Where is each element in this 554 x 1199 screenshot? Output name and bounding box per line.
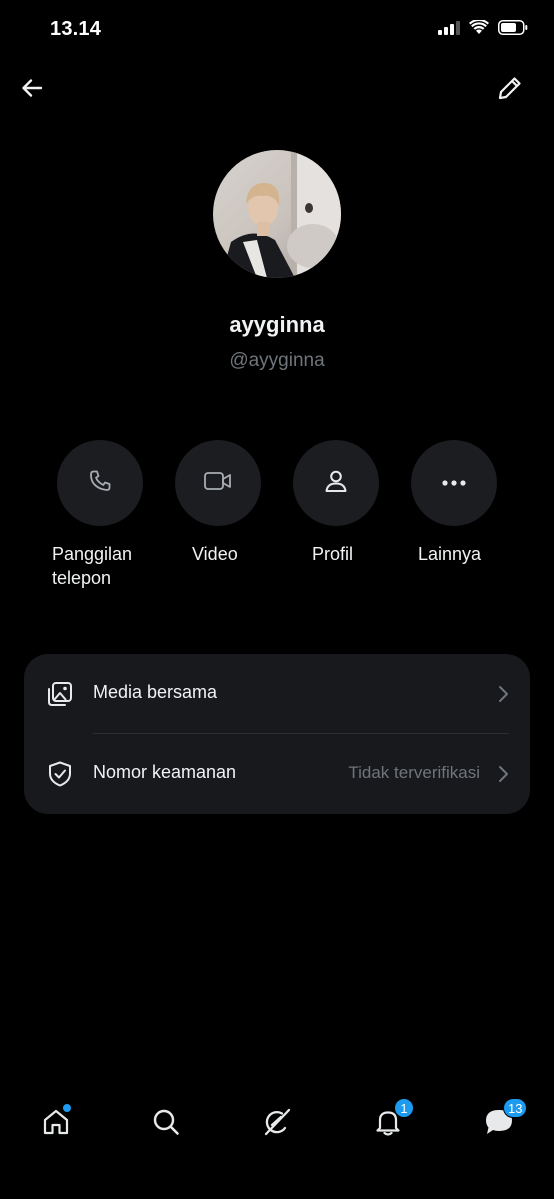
nav-grok[interactable] [255, 1102, 299, 1146]
username-handle: @ayyginna [229, 350, 325, 371]
conversation-settings-card: Media bersama Nomor keamanan Tidak terve… [24, 654, 530, 814]
notifications-badge: 1 [394, 1098, 414, 1118]
messages-badge: 13 [503, 1098, 528, 1118]
more-button[interactable]: Lainnya [411, 440, 497, 564]
nav-notifications[interactable]: 1 [366, 1098, 414, 1146]
chevron-right-icon [496, 684, 510, 704]
edit-button[interactable] [490, 70, 530, 110]
call-circle[interactable] [57, 440, 143, 526]
chevron-right-icon [496, 764, 510, 784]
profile-circle[interactable] [293, 440, 379, 526]
profile-button[interactable]: Profil [293, 440, 379, 564]
status-bar: 13.14 [0, 0, 554, 60]
status-icons [438, 18, 528, 40]
more-label: Lainnya [418, 544, 482, 564]
shared-media-row[interactable]: Media bersama [24, 654, 530, 734]
display-name: ayyginna [229, 312, 325, 337]
search-icon [151, 1107, 181, 1142]
verification-status: Tidak terverifikasi [348, 763, 480, 782]
video-label: Video [192, 544, 238, 564]
grok-icon [261, 1106, 293, 1143]
security-number-label: Nomor keamanan [93, 762, 237, 782]
nav-messages[interactable]: 13 [477, 1098, 528, 1146]
battery-icon [498, 20, 528, 40]
nav-home[interactable] [34, 1102, 78, 1146]
more-circle[interactable] [411, 440, 497, 526]
signal-icon [438, 20, 460, 40]
wifi-icon [469, 18, 489, 40]
call-button[interactable]: Panggilan telepon [52, 440, 143, 588]
home-unread-dot [63, 1104, 71, 1112]
call-label: Panggilan telepon [52, 544, 133, 588]
nav-search[interactable] [144, 1102, 188, 1146]
media-icon [46, 680, 74, 708]
video-button[interactable]: Video [175, 440, 261, 564]
shield-icon [46, 760, 74, 788]
video-icon [203, 469, 233, 498]
avatar[interactable] [213, 150, 341, 278]
more-icon [441, 474, 467, 492]
shared-media-label: Media bersama [93, 682, 218, 702]
phone-icon [87, 468, 113, 499]
video-circle[interactable] [175, 440, 261, 526]
person-icon [323, 468, 349, 499]
back-button[interactable] [12, 70, 52, 110]
security-number-row[interactable]: Nomor keamanan Tidak terverifikasi [24, 734, 530, 814]
bottom-navigation: 1 13 [0, 1080, 554, 1199]
arrow-left-icon [19, 75, 45, 106]
status-time: 13.14 [50, 18, 102, 40]
pencil-icon [497, 75, 523, 106]
